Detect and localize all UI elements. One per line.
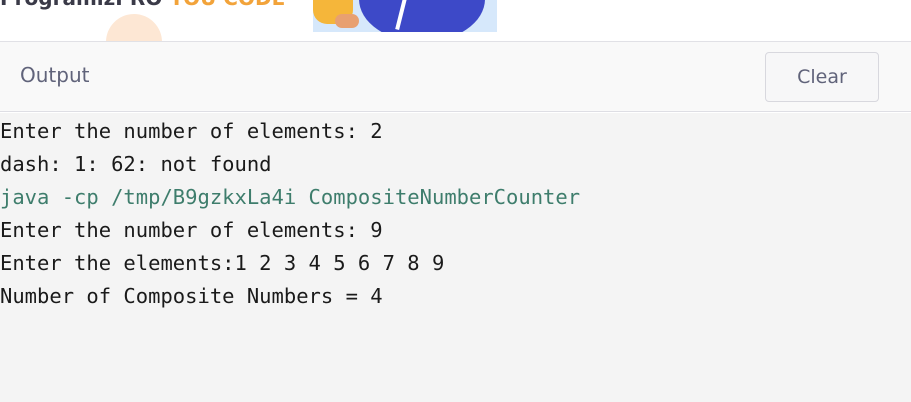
promo-banner[interactable]: ProgramizPRO YOU CODE [0,0,911,41]
console-line: Enter the elements:1 2 3 4 5 6 7 8 9 [0,251,445,275]
banner-illustration [313,0,497,32]
console-line: Enter the number of elements: 9 [0,218,383,242]
console-line: Enter the number of elements: 2 [0,119,383,143]
banner-character-graphic [359,0,485,32]
output-header: Output Clear [0,42,911,112]
clear-button[interactable]: Clear [765,52,879,102]
console-command-line: java -cp /tmp/B9gzkxLa4i CompositeNumber… [0,185,581,209]
console-line: Number of Composite Numbers = 4 [0,284,383,308]
output-title: Output [20,63,90,87]
banner-decoration-circle [106,14,162,41]
banner-thumb-graphic [335,14,359,28]
console-line: dash: 1: 62: not found [0,152,272,176]
banner-text: ProgramizPRO YOU CODE [0,0,285,10]
output-console[interactable]: Enter the number of elements: 2 dash: 1:… [0,113,911,402]
